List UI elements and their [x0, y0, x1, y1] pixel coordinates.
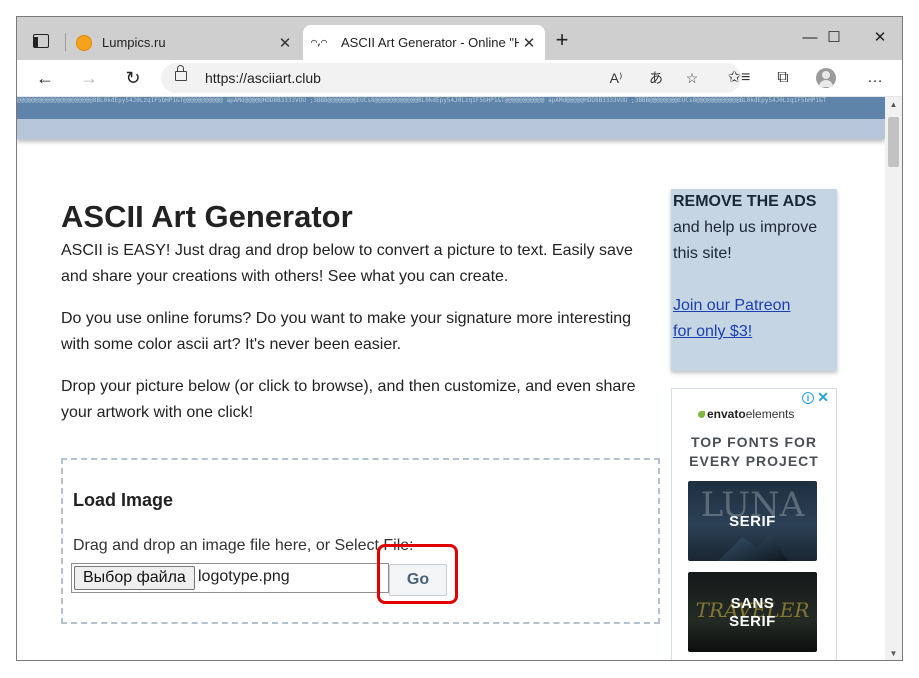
tab-asciiart[interactable]: ⌒,⌒ ASCII Art Generator - Online "HD ✕ — [303, 25, 545, 60]
ad-headline-line-1: TOP FONTS FOR — [690, 434, 818, 450]
profile-avatar-icon[interactable] — [816, 68, 836, 88]
choose-file-button[interactable]: Выбор файла — [74, 566, 195, 590]
title-bar: Lumpics.ru ✕ ⌒,⌒ ASCII Art Generator - O… — [17, 17, 902, 60]
page-scrollbar[interactable]: ▲ ▼ — [885, 97, 902, 660]
remove-ads-box: REMOVE THE ADS and help us improve this … — [671, 189, 837, 371]
page-title: ASCII Art Generator — [61, 199, 353, 234]
ascii-face-icon: ⌒,⌒ — [311, 37, 327, 48]
ad-headline: TOP FONTS FOR EVERY PROJECT — [672, 433, 836, 471]
lock-icon[interactable] — [175, 65, 187, 81]
read-aloud-icon[interactable]: A⁾ — [605, 67, 627, 89]
file-input[interactable]: Выбор файла logotype.png — [71, 563, 389, 593]
go-button-highlight — [377, 544, 458, 604]
forward-button[interactable]: → — [75, 64, 103, 92]
banner-ascii-text: @@@@@@@@@@@@@@@@@@@@@8BL0kdEpy54J0Lzq1F5… — [17, 97, 827, 104]
back-button[interactable]: ← — [31, 64, 59, 92]
new-tab-button[interactable]: + — [550, 29, 574, 53]
browser-window: Lumpics.ru ✕ ⌒,⌒ ASCII Art Generator - O… — [16, 16, 903, 661]
url-text[interactable]: https://asciiart.club — [205, 70, 321, 86]
serif-label-text: SERIF — [729, 613, 776, 630]
tab-actions-button[interactable] — [27, 27, 55, 55]
ad-choices-icon[interactable]: i — [802, 392, 814, 404]
load-image-heading: Load Image — [73, 490, 174, 510]
sans-label: SANS — [730, 595, 775, 612]
scrollbar-thumb[interactable] — [888, 117, 899, 167]
ad-headline-line-2: EVERY PROJECT — [689, 453, 819, 469]
tab-title: Lumpics.ru — [102, 35, 166, 50]
close-tab-icon[interactable]: ✕ — [275, 34, 295, 52]
tab-lumpics[interactable]: Lumpics.ru ✕ — [69, 25, 301, 60]
envato-logo: envatoelements — [698, 407, 794, 421]
address-bar[interactable]: https://asciiart.club A⁾ あ ☆ — [161, 63, 741, 93]
more-menu-icon[interactable]: … — [861, 64, 889, 92]
serif-label: SERIF — [729, 513, 776, 530]
forums-paragraph: Do you use online forums? Do you want to… — [61, 310, 632, 353]
scroll-down-icon[interactable]: ▼ — [885, 646, 902, 660]
collections-icon[interactable]: ⧉ — [769, 64, 797, 92]
header-strip — [17, 119, 885, 139]
close-window-button[interactable]: ✕ — [857, 25, 902, 51]
tab-actions-icon — [33, 34, 49, 48]
tab-separator — [65, 33, 66, 51]
serif-label-2: SERIF — [688, 614, 817, 630]
browser-toolbar: ← → ↻ https://asciiart.club A⁾ あ ☆ ✩≡ ⧉ … — [17, 60, 902, 97]
selected-file-name: logotype.png — [198, 568, 290, 585]
remove-ads-text-2: this site! — [673, 245, 732, 262]
intro-paragraph: ASCII is EASY! Just drag and drop below … — [61, 242, 633, 285]
envato-brand-suffix: elements — [745, 407, 795, 421]
envato-brand: envato — [707, 407, 746, 421]
dropzone-hint: Drag and drop an image file here, or Sel… — [73, 537, 414, 554]
patreon-link[interactable]: Join our Patreon — [673, 297, 790, 315]
ascii-banner: @@@@@@@@@@@@@@@@@@@@@8BL0kdEpy54J0Lzq1F5… — [17, 97, 885, 119]
sans-serif-font-tile[interactable]: TRAVELER SANS SERIF — [688, 572, 817, 652]
envato-leaf-icon — [698, 411, 705, 419]
scroll-up-icon[interactable]: ▲ — [885, 97, 902, 113]
maximize-button[interactable]: ☐ — [811, 25, 857, 51]
tab-title: ASCII Art Generator - Online "HD — [341, 35, 519, 50]
mountain-shape — [718, 534, 788, 561]
remove-ads-heading: REMOVE THE ADS — [673, 193, 817, 210]
drop-paragraph: Drop your picture below (or click to bro… — [61, 378, 636, 421]
page-content: @@@@@@@@@@@@@@@@@@@@@8BL0kdEpy54J0Lzq1F5… — [17, 97, 885, 660]
serif-font-tile[interactable]: LUNA SERIF — [688, 481, 817, 561]
add-favorite-icon[interactable]: ☆ — [681, 67, 703, 89]
envato-ad[interactable]: i ✕ envatoelements TOP FONTS FOR EVERY P… — [671, 388, 837, 660]
reload-button[interactable]: ↻ — [119, 64, 147, 92]
image-dropzone[interactable]: Load Image Drag and drop an image file h… — [61, 458, 660, 624]
translate-icon[interactable]: あ — [645, 67, 667, 89]
remove-ads-text-1: and help us improve — [673, 219, 818, 236]
orange-circle-icon — [76, 34, 92, 51]
favorites-icon[interactable]: ✩≡ — [725, 64, 753, 92]
close-tab-icon[interactable]: ✕ — [519, 34, 539, 52]
patreon-price-link[interactable]: for only $3! — [673, 323, 752, 341]
ad-close-icon[interactable]: ✕ — [817, 389, 829, 406]
